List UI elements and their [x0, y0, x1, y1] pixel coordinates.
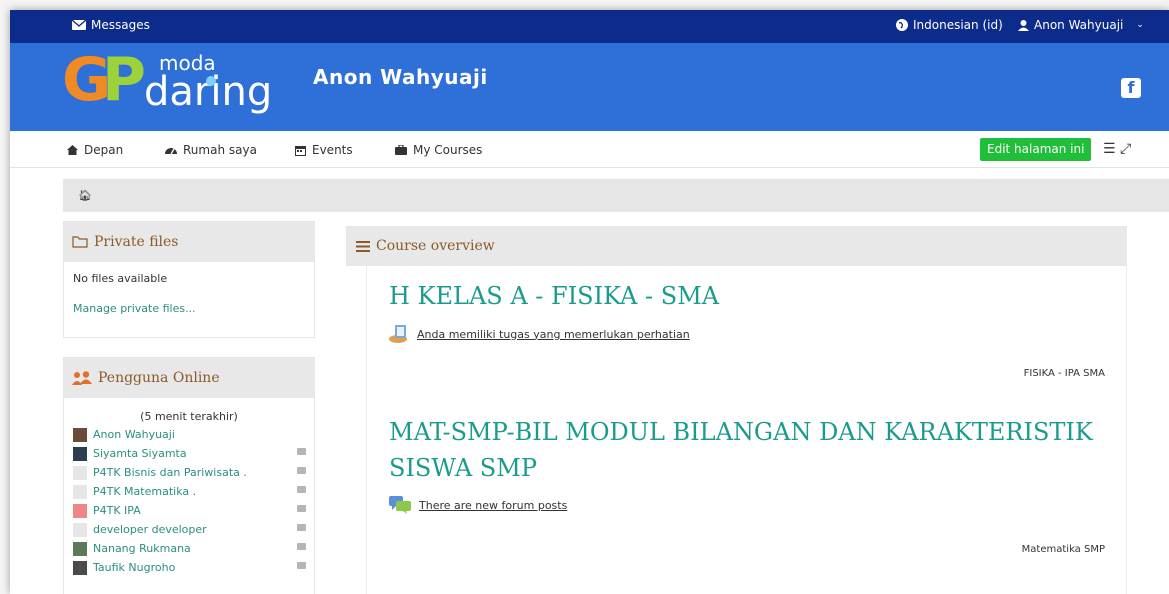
nav-label: Depan	[84, 143, 124, 157]
chevron-down-icon: ⌄	[1136, 20, 1144, 30]
user-menu[interactable]: Anon Wahyuaji ⌄	[1018, 18, 1144, 32]
online-users-block: Pengguna Online (5 menit terakhir) Anon …	[63, 357, 315, 594]
online-user-row[interactable]: Taufik Nugroho	[73, 558, 306, 577]
dashboard-icon	[165, 148, 177, 155]
online-user-row[interactable]: P4TK Matematika .	[73, 482, 306, 501]
nav-tools: ☰ ⤢	[1103, 141, 1131, 157]
private-files-block: Private files No files available Manage …	[63, 221, 315, 338]
course-notice-text: Anda memiliki tugas yang memerlukan perh…	[417, 327, 690, 341]
message-icon[interactable]	[297, 448, 306, 455]
messages-link[interactable]: Messages	[72, 18, 150, 32]
online-user-name: P4TK Matematika .	[93, 485, 197, 498]
online-user-row[interactable]: P4TK IPA	[73, 501, 306, 520]
banner-user-name: Anon Wahyuaji	[313, 65, 488, 89]
course-notice-link[interactable]: There are new forum posts	[389, 496, 1093, 514]
nav-item-depan[interactable]: Depan	[67, 143, 123, 157]
avatar	[73, 484, 87, 499]
private-files-header: Private files	[64, 222, 314, 262]
course-overview-header: Course overview	[346, 226, 1127, 266]
list-icon	[356, 240, 370, 252]
home-icon	[67, 145, 78, 155]
message-icon[interactable]	[297, 486, 306, 493]
nav-label: Events	[312, 143, 353, 157]
online-user-row[interactable]: Siyamta Siyamta	[73, 444, 306, 463]
no-files-text: No files available	[73, 272, 168, 285]
nav-item-my-courses[interactable]: My Courses	[395, 143, 482, 157]
browser-frame: Messages Indonesian (id) Anon Wahyuaji ⌄…	[10, 10, 1169, 594]
site-logo[interactable]: G P moda daring	[62, 45, 292, 125]
course-title-line: MAT-SMP-BIL MODUL BILANGAN DAN KARAKTERI…	[389, 418, 1093, 446]
avatar	[73, 522, 87, 537]
online-user-name: Siyamta Siyamta	[93, 447, 187, 460]
course-title-link[interactable]: H KELAS A - FISIKA - SMA	[389, 278, 719, 314]
online-users-title: Pengguna Online	[98, 370, 220, 386]
course-item: MAT-SMP-BIL MODUL BILANGAN DAN KARAKTERI…	[389, 414, 1105, 555]
fullscreen-icon[interactable]: ⤢	[1120, 141, 1131, 157]
nav-item-rumah-saya[interactable]: Rumah saya	[165, 143, 257, 157]
edit-page-button[interactable]: Edit halaman ini	[980, 138, 1092, 161]
course-list: H KELAS A - FISIKA - SMA Anda memiliki t…	[366, 266, 1127, 594]
facebook-icon[interactable]: f	[1121, 78, 1141, 98]
language-menu[interactable]: Indonesian (id)	[896, 18, 1003, 32]
block-toggle-icon[interactable]: ☰	[1103, 141, 1116, 157]
assignment-icon	[389, 325, 407, 343]
online-user-row[interactable]: developer developer	[73, 520, 306, 539]
forum-icon	[389, 496, 411, 514]
avatar	[73, 427, 87, 442]
online-user-name: Anon Wahyuaji	[93, 428, 175, 441]
avatar	[73, 541, 87, 556]
user-label: Anon Wahyuaji	[1034, 18, 1124, 32]
avatar	[73, 465, 87, 480]
calendar-icon	[295, 145, 306, 156]
nav-label: My Courses	[413, 143, 483, 157]
course-notice-link[interactable]: Anda memiliki tugas yang memerlukan perh…	[389, 324, 719, 344]
logo-letter-p: P	[102, 45, 146, 115]
site-banner: G P moda daring Anon Wahyuaji f	[10, 43, 1169, 131]
envelope-icon	[72, 20, 86, 30]
globe-icon	[896, 19, 908, 31]
avatar	[73, 560, 87, 575]
language-label: Indonesian (id)	[913, 18, 1003, 32]
course-notice-text: There are new forum posts	[419, 498, 568, 512]
online-users-list: Anon Wahyuaji Siyamta Siyamta P4TK Bisnis …	[73, 425, 306, 577]
briefcase-icon	[395, 145, 407, 155]
avatar	[73, 503, 87, 518]
main-navigation: Depan Rumah saya Events My Courses Edit …	[10, 131, 1169, 168]
online-user-row[interactable]: Nanang Rukmana	[73, 539, 306, 558]
manage-private-files-link[interactable]: Manage private files...	[73, 302, 305, 315]
breadcrumb-home-icon[interactable]: 🏠︎	[78, 189, 92, 202]
course-item: H KELAS A - FISIKA - SMA Anda memiliki t…	[389, 278, 1105, 379]
online-user-name: Nanang Rukmana	[93, 542, 191, 555]
nav-item-events[interactable]: Events	[295, 143, 353, 157]
online-user-row[interactable]: Anon Wahyuaji	[73, 425, 305, 444]
course-category: Matematika SMP	[1021, 544, 1105, 555]
avatar	[73, 446, 87, 461]
online-user-name: P4TK IPA	[93, 504, 141, 517]
private-files-title: Private files	[94, 234, 179, 250]
course-title-link[interactable]: MAT-SMP-BIL MODUL BILANGAN DAN KARAKTERI…	[389, 414, 1093, 486]
messages-label: Messages	[91, 18, 150, 32]
breadcrumb: 🏠︎	[63, 179, 1169, 212]
course-category: FISIKA - IPA SMA	[1023, 368, 1105, 379]
course-title-line: SISWA SMP	[389, 454, 537, 482]
online-user-row[interactable]: P4TK Bisnis dan Pariwisata .	[73, 463, 306, 482]
message-icon[interactable]	[297, 467, 306, 474]
online-user-name: Taufik Nugroho	[93, 561, 176, 574]
message-icon[interactable]	[297, 543, 306, 550]
message-icon[interactable]	[297, 524, 306, 531]
course-overview-title: Course overview	[376, 238, 495, 254]
folder-icon	[72, 236, 88, 248]
online-users-subtitle: (5 menit terakhir)	[140, 410, 238, 423]
top-bar: Messages Indonesian (id) Anon Wahyuaji ⌄	[10, 10, 1169, 43]
users-icon	[72, 371, 92, 385]
online-user-name: developer developer	[93, 523, 207, 536]
nav-label: Rumah saya	[183, 143, 257, 157]
user-icon	[1018, 19, 1029, 31]
online-user-name: P4TK Bisnis dan Pariwisata .	[93, 466, 247, 479]
online-users-header: Pengguna Online	[64, 358, 314, 398]
message-icon[interactable]	[297, 505, 306, 512]
logo-dot	[206, 76, 216, 86]
message-icon[interactable]	[297, 562, 306, 569]
course-overview-region: Course overview H KELAS A - FISIKA - SMA…	[346, 226, 1169, 594]
